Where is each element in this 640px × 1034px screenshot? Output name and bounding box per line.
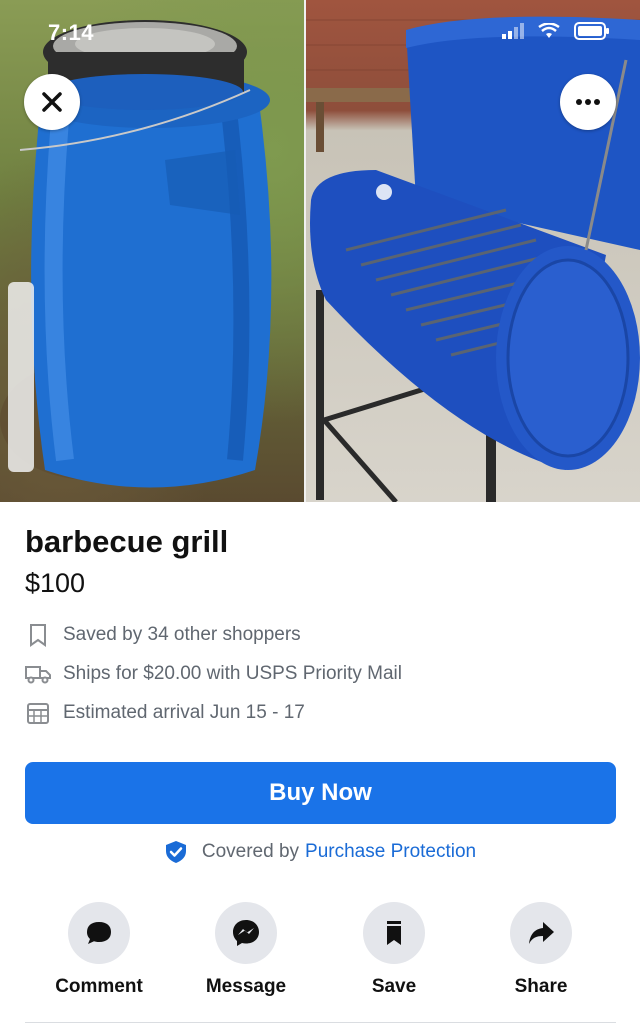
share-button[interactable] <box>510 902 572 964</box>
protection-prefix: Covered by <box>201 841 300 862</box>
purchase-protection: Covered by Purchase Protection <box>0 840 640 864</box>
saved-count-text: Saved by 34 other shoppers <box>63 624 301 645</box>
share-arrow-icon <box>529 922 554 944</box>
calendar-icon <box>25 700 51 726</box>
wifi-icon <box>538 23 560 38</box>
battery-icon <box>574 22 609 40</box>
comment-icon <box>87 922 111 944</box>
save-button[interactable] <box>363 902 425 964</box>
action-bar: Comment Message Save Share <box>0 902 640 1012</box>
save-action[interactable]: Save <box>320 902 468 998</box>
message-button[interactable] <box>215 902 277 964</box>
comment-label: Comment <box>55 976 143 997</box>
arrival-text: Estimated arrival Jun 15 - 17 <box>63 702 305 723</box>
purchase-protection-link[interactable]: Purchase Protection <box>305 841 476 863</box>
truck-icon <box>25 661 51 687</box>
shipping-row: Ships for $20.00 with USPS Priority Mail <box>25 660 402 688</box>
share-label: Share <box>514 976 568 997</box>
arrival-row: Estimated arrival Jun 15 - 17 <box>25 699 305 727</box>
photo-carousel[interactable]: 7:14 <box>0 0 640 502</box>
status-icons <box>502 22 610 40</box>
ellipsis-icon <box>576 99 600 105</box>
share-action[interactable]: Share <box>467 902 615 998</box>
shipping-text: Ships for $20.00 with USPS Priority Mail <box>63 663 402 684</box>
bottom-divider <box>25 1022 616 1023</box>
message-action[interactable]: Message <box>172 902 320 998</box>
listing-price: $100 <box>25 568 86 598</box>
signal-icon <box>502 23 524 39</box>
saved-count-row: Saved by 34 other shoppers <box>25 621 301 649</box>
close-icon <box>42 92 62 112</box>
comment-button[interactable] <box>68 902 130 964</box>
save-label: Save <box>371 976 417 997</box>
photo-scroll-indicator[interactable] <box>8 282 34 472</box>
messenger-icon <box>233 920 259 946</box>
listing-title: barbecue grill <box>25 524 229 559</box>
photo-divider <box>304 0 306 502</box>
bookmark-icon <box>25 622 51 648</box>
bookmark-icon <box>387 921 401 945</box>
comment-action[interactable]: Comment <box>25 902 173 998</box>
close-button[interactable] <box>24 74 80 130</box>
more-options-button[interactable] <box>560 74 616 130</box>
buy-now-button[interactable]: Buy Now <box>25 762 616 824</box>
message-label: Message <box>205 976 287 997</box>
status-time: 7:14 <box>48 20 95 45</box>
shield-check-icon <box>164 840 188 864</box>
